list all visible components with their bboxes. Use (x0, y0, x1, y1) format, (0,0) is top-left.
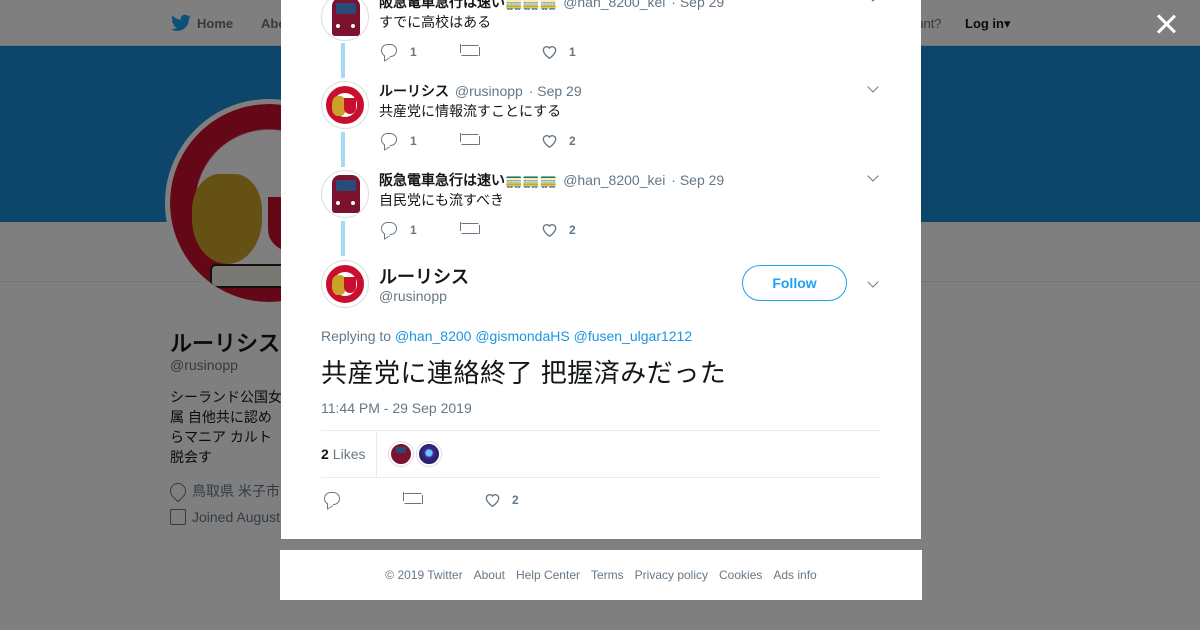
chevron-down-icon[interactable] (867, 278, 879, 290)
crest-avatar[interactable] (321, 260, 369, 308)
thread-line (341, 132, 345, 167)
main-tweet-author-name[interactable]: ルーリシス (379, 263, 469, 289)
tweet-date[interactable]: · Sep 29 (529, 83, 582, 99)
tweet-header: 阪急電車急行は速い🚃🚃🚃 @han_8200_kei · Sep 29 (379, 0, 724, 12)
tweet-text: すでに高校はある (379, 14, 492, 30)
main-tweet-text: 共産党に連絡終了 把握済みだった (321, 358, 727, 388)
chevron-down-icon[interactable] (867, 83, 879, 95)
reply-count: 1 (410, 223, 417, 237)
retweet-icon (460, 222, 480, 234)
liker-avatar[interactable] (417, 442, 441, 466)
retweet-icon (403, 492, 423, 504)
heart-icon (541, 133, 557, 149)
train-avatar[interactable] (321, 0, 369, 41)
tweet-author-handle[interactable]: @rusinopp (455, 83, 523, 99)
tweet-author-handle[interactable]: @han_8200_kei (563, 172, 665, 188)
close-icon[interactable] (1154, 12, 1178, 36)
reply-icon (381, 222, 397, 235)
retweet-icon (460, 44, 480, 56)
replying-to: Replying to @han_8200 @gismondaHS @fusen… (321, 328, 692, 344)
footer-link-privacy[interactable]: Privacy policy (635, 568, 708, 582)
footer-link-help-center[interactable]: Help Center (516, 568, 580, 582)
reply-icon (381, 133, 397, 146)
reply-icon (381, 44, 397, 57)
chevron-down-icon[interactable] (867, 0, 879, 4)
tweet-text: 共産党に情報流すことにする (379, 103, 562, 119)
tweet-header: 阪急電車急行は速い🚃🚃🚃 @han_8200_kei · Sep 29 (379, 170, 724, 190)
crest-avatar[interactable] (321, 81, 369, 129)
like-count: 1 (569, 45, 576, 59)
likes-label: Likes (332, 446, 366, 462)
likes-count: 2 (321, 446, 329, 462)
tweet-header: ルーリシス @rusinopp · Sep 29 (379, 81, 582, 101)
tweet-author-name[interactable]: 阪急電車急行は速い🚃🚃🚃 (379, 0, 557, 10)
like-count: 2 (569, 134, 576, 148)
reply-mention-link[interactable]: @gismondaHS (475, 328, 569, 344)
heart-icon (541, 222, 557, 238)
tweet-author-handle[interactable]: @han_8200_kei (563, 0, 665, 10)
follow-button[interactable]: Follow (742, 265, 847, 301)
tweet-text: 自民党にも流すべき (379, 192, 505, 208)
reply-icon (324, 492, 340, 505)
heart-icon (484, 492, 500, 508)
heart-icon (541, 44, 557, 60)
footer-copyright: © 2019 Twitter (385, 568, 463, 582)
reply-mention-link[interactable]: @han_8200 (395, 328, 472, 344)
chevron-down-icon[interactable] (867, 172, 879, 184)
thread-line (341, 43, 345, 78)
thread-line (341, 221, 345, 256)
reply-count: 1 (410, 134, 417, 148)
footer-link-ads-info[interactable]: Ads info (773, 568, 816, 582)
main-tweet-author-handle[interactable]: @rusinopp (379, 288, 447, 304)
tweet-modal: 阪急電車急行は速い🚃🚃🚃 @han_8200_kei · Sep 29 すでに高… (281, 0, 921, 539)
tweet-author-name[interactable]: ルーリシス (379, 83, 449, 99)
like-count: 2 (512, 493, 519, 507)
tweet-date[interactable]: · Sep 29 (671, 0, 724, 10)
train-avatar[interactable] (321, 170, 369, 218)
footer-link-cookies[interactable]: Cookies (719, 568, 762, 582)
reply-count: 1 (410, 45, 417, 59)
divider (376, 431, 377, 477)
tweet-date[interactable]: · Sep 29 (671, 172, 724, 188)
replying-to-label: Replying to (321, 328, 392, 344)
retweet-icon (460, 133, 480, 145)
reply-mention-link[interactable]: @fusen_ulgar1212 (574, 328, 693, 344)
like-count: 2 (569, 223, 576, 237)
liker-avatar[interactable] (389, 442, 413, 466)
modal-footer: © 2019 Twitter About Help Center Terms P… (280, 550, 922, 600)
footer-link-terms[interactable]: Terms (591, 568, 624, 582)
likes-stat[interactable]: 2 Likes (321, 446, 365, 462)
divider (321, 477, 881, 478)
main-tweet-timestamp[interactable]: 11:44 PM - 29 Sep 2019 (321, 400, 472, 416)
footer-link-about[interactable]: About (474, 568, 505, 582)
tweet-author-name[interactable]: 阪急電車急行は速い🚃🚃🚃 (379, 172, 557, 188)
divider (321, 430, 881, 431)
